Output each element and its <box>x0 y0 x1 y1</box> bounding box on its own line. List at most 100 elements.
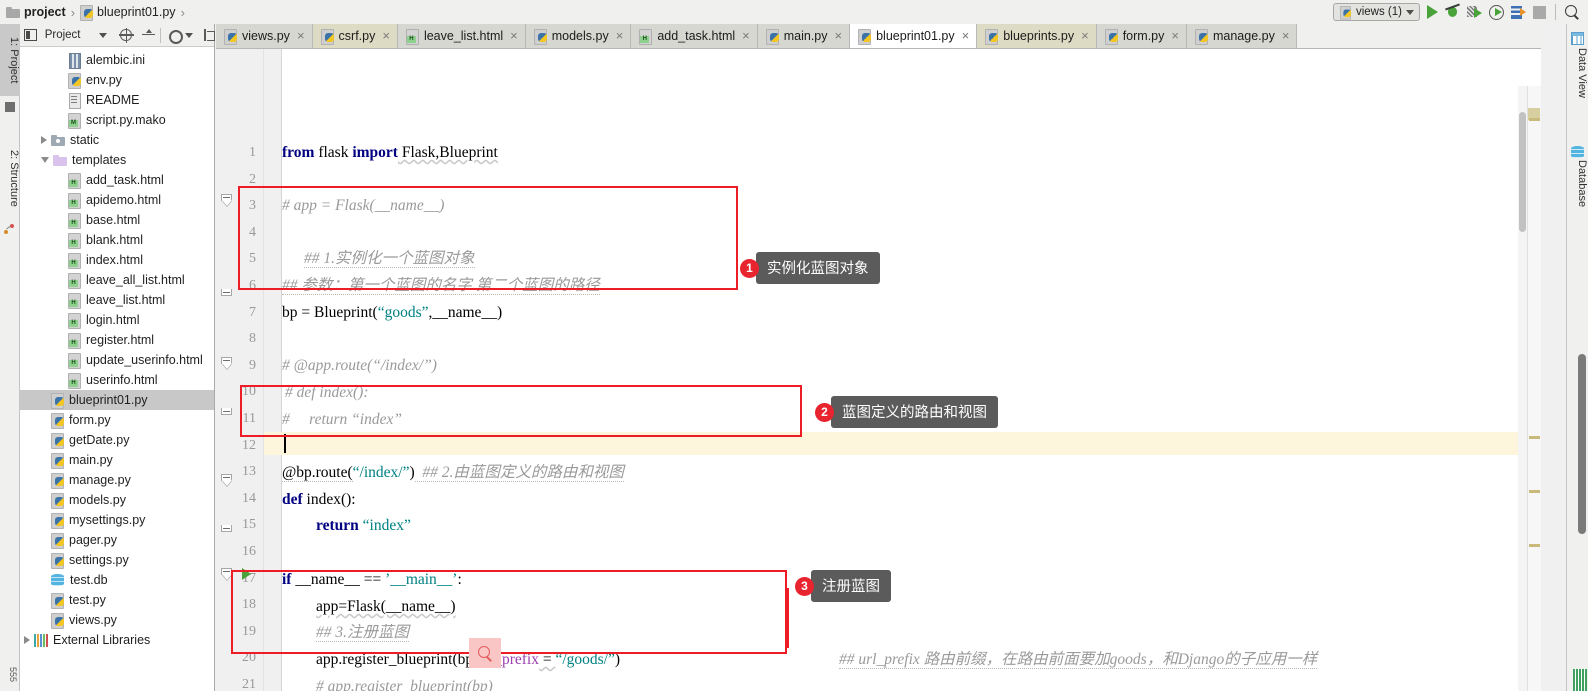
close-icon[interactable]: × <box>835 29 843 42</box>
sidebar-item-structure[interactable]: 2: Structure <box>0 134 20 222</box>
tree-item[interactable]: blank.html <box>20 230 214 250</box>
tree-item[interactable]: pager.py <box>20 530 214 550</box>
error-marker-column[interactable] <box>1527 86 1541 691</box>
editor-tab[interactable]: form.py × <box>1096 24 1187 48</box>
close-icon[interactable]: × <box>382 29 390 42</box>
tree-item-label: register.html <box>86 333 155 347</box>
close-icon[interactable]: × <box>1282 29 1290 42</box>
profiler-icon[interactable] <box>1489 5 1504 20</box>
marker-stripe[interactable] <box>1529 490 1540 493</box>
tree-item[interactable]: alembic.ini <box>20 50 214 70</box>
tree-item[interactable]: leave_all_list.html <box>20 270 214 290</box>
chevron-right-icon[interactable] <box>24 636 30 644</box>
tree-item[interactable]: static <box>20 130 214 150</box>
coverage-icon[interactable] <box>1467 5 1482 19</box>
editor-tab[interactable]: blueprints.py × <box>977 24 1097 48</box>
chevron-down-icon[interactable] <box>41 157 49 163</box>
tree-item[interactable]: manage.py <box>20 470 214 490</box>
marker-stripe[interactable] <box>1529 436 1540 439</box>
code-text-area[interactable]: from flask import Flask,Blueprint # app … <box>282 49 1541 691</box>
editor-tab[interactable]: leave_list.html × <box>397 24 526 48</box>
tree-item[interactable]: mysettings.py <box>20 510 214 530</box>
tree-item[interactable]: settings.py <box>20 550 214 570</box>
tree-item[interactable]: views.py <box>20 610 214 630</box>
tree-item[interactable]: env.py <box>20 70 214 90</box>
attach-icon[interactable] <box>1511 5 1526 19</box>
fold-marker-line6[interactable] <box>221 285 232 296</box>
fold-marker-line14[interactable] <box>221 474 232 487</box>
editor-fold-column[interactable] <box>264 49 282 691</box>
tree-item[interactable]: test.py <box>20 590 214 610</box>
tree-item-label: test.db <box>70 573 108 587</box>
fold-marker-line9[interactable] <box>221 357 232 370</box>
tree-item[interactable]: userinfo.html <box>20 370 214 390</box>
chevron-right-icon[interactable] <box>41 136 47 144</box>
search-icon[interactable] <box>1565 4 1580 20</box>
editor-tab[interactable]: models.py × <box>525 24 632 48</box>
sidebar-item-database[interactable]: Database <box>1568 142 1588 234</box>
close-icon[interactable]: × <box>1081 29 1089 42</box>
fold-marker-line17[interactable] <box>221 568 232 581</box>
tree-item[interactable]: update_userinfo.html <box>20 350 214 370</box>
play-icon[interactable] <box>1427 5 1438 19</box>
search-overlay-icon[interactable] <box>469 638 501 668</box>
breadcrumb-item-file[interactable]: blueprint01.py <box>80 0 176 24</box>
sidebar-item-data-view[interactable]: Data View <box>1568 30 1588 116</box>
tree-item[interactable]: index.html <box>20 250 214 270</box>
editor-tab[interactable]: blueprint01.py × <box>850 24 978 48</box>
close-icon[interactable]: × <box>510 29 518 42</box>
close-icon[interactable]: × <box>297 29 305 42</box>
tree-item[interactable]: README <box>20 90 214 110</box>
scrollbar-thumb[interactable] <box>1519 112 1526 232</box>
editor-tab[interactable]: main.py × <box>757 24 851 48</box>
close-icon[interactable]: × <box>1171 29 1179 42</box>
close-icon[interactable]: × <box>742 29 750 42</box>
tree-item[interactable]: base.html <box>20 210 214 230</box>
hide-panel-icon[interactable] <box>203 29 215 41</box>
fold-marker-line11[interactable] <box>221 404 232 415</box>
breadcrumb-item-project[interactable]: project <box>6 0 66 24</box>
bug-icon[interactable] <box>1445 5 1460 19</box>
tree-item[interactable]: getDate.py <box>20 430 214 450</box>
tree-item[interactable]: apidemo.html <box>20 190 214 210</box>
target-icon[interactable] <box>119 28 135 43</box>
editor-tab[interactable]: csrf.py × <box>312 24 398 48</box>
close-icon[interactable]: × <box>962 29 970 42</box>
stop-icon[interactable] <box>1533 5 1546 19</box>
chevron-down-icon[interactable] <box>185 32 194 38</box>
gear-icon[interactable] <box>168 29 184 44</box>
marker-stripe[interactable] <box>1529 118 1540 121</box>
right-strip-scrollbar[interactable] <box>1578 354 1586 534</box>
fold-marker-line3[interactable] <box>221 194 232 207</box>
editor-scrollbar[interactable] <box>1518 86 1527 691</box>
tree-item[interactable]: form.py <box>20 410 214 430</box>
python-file-icon <box>533 28 547 45</box>
close-icon[interactable]: × <box>616 29 624 42</box>
tree-item[interactable]: leave_list.html <box>20 290 214 310</box>
tree-item[interactable]: script.py.mako <box>20 110 214 130</box>
tree-item[interactable]: add_task.html <box>20 170 214 190</box>
sidebar-item-project[interactable]: 1: Project <box>0 24 20 96</box>
tree-item[interactable]: External Libraries <box>20 630 214 650</box>
tree-item-label: env.py <box>86 73 122 87</box>
tree-item-label: models.py <box>69 493 126 507</box>
run-line-icon[interactable] <box>242 568 251 580</box>
chevron-down-icon[interactable] <box>99 32 108 38</box>
tree-item[interactable]: templates <box>20 150 214 170</box>
fold-marker-line15[interactable] <box>221 521 232 532</box>
tree-item[interactable]: login.html <box>20 310 214 330</box>
tree-item[interactable]: register.html <box>20 330 214 350</box>
marker-stripe[interactable] <box>1529 544 1540 547</box>
panel-minimize-icon[interactable] <box>5 102 15 112</box>
run-configuration-selector[interactable]: views (1) <box>1332 3 1420 21</box>
tree-item[interactable]: main.py <box>20 450 214 470</box>
tree-item[interactable]: test.db <box>20 570 214 590</box>
tree-item[interactable]: blueprint01.py <box>20 390 214 410</box>
project-file-tree[interactable]: alembic.ini env.py README script.py.mako sta… <box>20 47 214 691</box>
tree-item[interactable]: models.py <box>20 490 214 510</box>
editor-tab[interactable]: views.py × <box>216 24 313 48</box>
collapse-all-icon[interactable] <box>141 29 155 41</box>
editor-tab[interactable]: manage.py × <box>1186 24 1298 48</box>
editor-tab[interactable]: add_task.html × <box>631 24 758 48</box>
